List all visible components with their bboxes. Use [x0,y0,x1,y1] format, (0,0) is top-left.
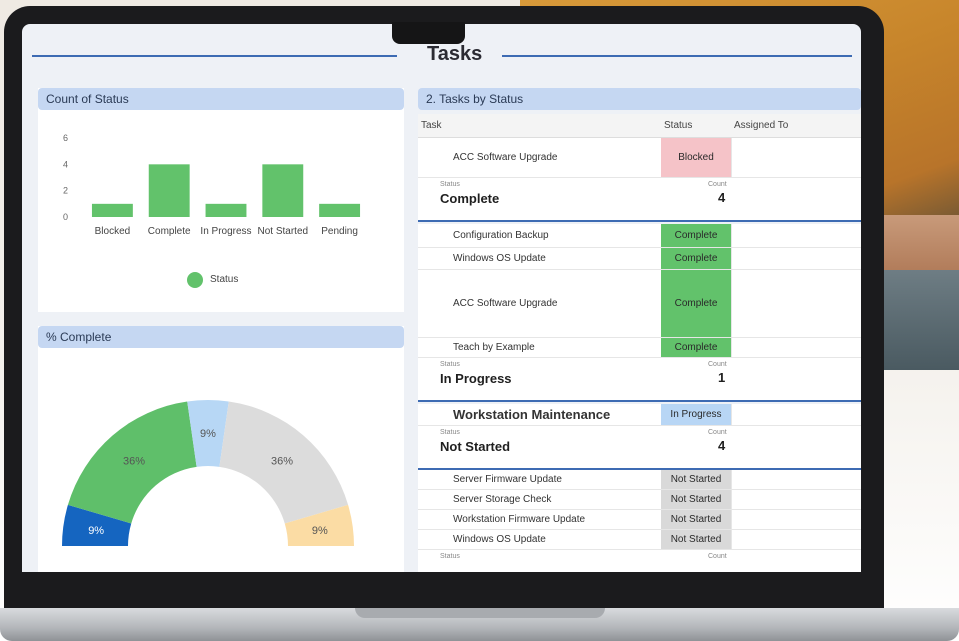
task-name: Teach by Example [453,342,535,353]
status-badge-complete: Complete [661,224,731,247]
task-name: Windows OS Update [453,253,546,264]
group-count-label: Count [708,181,727,188]
laptop-screen: Tasks Count of Status 0 2 4 6 Blocked Complet… [22,24,861,572]
group-count-label: Count [708,361,727,368]
status-badge-not-started: Not Started [661,490,731,509]
assigned-cell [731,270,732,337]
gauge-slice-label: 36% [271,456,293,468]
gauge-slice-label: 36% [123,456,145,468]
assigned-cell [731,530,732,549]
gauge-slice-label: 9% [312,525,328,537]
table-row[interactable]: Windows OS Update Not Started [418,530,861,550]
group-header-next[interactable]: Status Count [418,550,861,572]
status-badge-complete: Complete [661,270,731,337]
assigned-cell [731,510,732,529]
column-assigned-to[interactable]: Assigned To [734,120,788,131]
status-badge-not-started: Not Started [661,530,731,549]
group-name: In Progress [440,371,512,386]
task-name: Server Firmware Update [453,474,562,485]
task-name: ACC Software Upgrade [453,298,558,309]
status-badge-in-progress: In Progress [661,404,731,425]
table-row[interactable]: ACC Software Upgrade Complete [418,270,861,338]
assigned-cell [731,248,732,269]
status-badge-complete: Complete [661,248,731,269]
assigned-cell [731,490,732,509]
table-header: Task Status Assigned To [418,114,861,138]
group-status-label: Status [440,181,460,188]
group-count: 4 [718,438,726,453]
group-name: Not Started [440,439,511,454]
group-status-label: Status [440,553,460,560]
table-row[interactable]: Server Firmware Update Not Started [418,470,861,490]
gauge-slice-label: 9% [200,428,216,440]
group-header-not-started[interactable]: Status Not Started Count 4 [418,426,861,470]
table-row[interactable]: Configuration Backup Complete [418,224,861,248]
assigned-cell [731,470,732,489]
task-name: Workstation Maintenance [453,407,611,422]
column-status[interactable]: Status [664,120,692,131]
task-name: Server Storage Check [453,494,552,505]
assigned-cell [731,138,732,177]
assigned-cell [731,404,732,425]
laptop-base-notch [355,608,605,618]
group-count-label: Count [708,429,727,436]
table-row[interactable]: Server Storage Check Not Started [418,490,861,510]
assigned-cell [731,338,732,357]
group-name: Complete [440,191,500,206]
tasks-by-status-header: 2. Tasks by Status [418,88,861,110]
column-task[interactable]: Task [421,120,442,131]
table-row[interactable]: Workstation Maintenance In Progress [418,404,861,426]
group-status-label: Status [440,429,460,436]
status-badge-not-started: Not Started [661,510,731,529]
table-row[interactable]: Teach by Example Complete [418,338,861,358]
group-header-in-progress[interactable]: Status In Progress Count 1 [418,358,861,402]
group-status-label: Status [440,361,460,368]
group-header-complete[interactable]: Status Complete Count 4 [418,178,861,222]
camera-notch [392,22,465,44]
table-row[interactable]: ACC Software Upgrade Blocked [418,138,861,178]
task-name: Configuration Backup [453,230,549,241]
task-name: ACC Software Upgrade [453,152,558,163]
task-name: Windows OS Update [453,534,546,545]
group-count: 1 [718,370,726,385]
status-badge-not-started: Not Started [661,470,731,489]
table-row[interactable]: Workstation Firmware Update Not Started [418,510,861,530]
table-row[interactable]: Windows OS Update Complete [418,248,861,270]
task-name: Workstation Firmware Update [453,514,586,525]
gauge-slice-label: 9% [88,525,104,537]
group-count: 4 [718,190,726,205]
status-badge-blocked: Blocked [661,138,731,177]
status-badge-complete: Complete [661,338,731,357]
group-count-label: Count [708,553,727,560]
assigned-cell [731,224,732,247]
